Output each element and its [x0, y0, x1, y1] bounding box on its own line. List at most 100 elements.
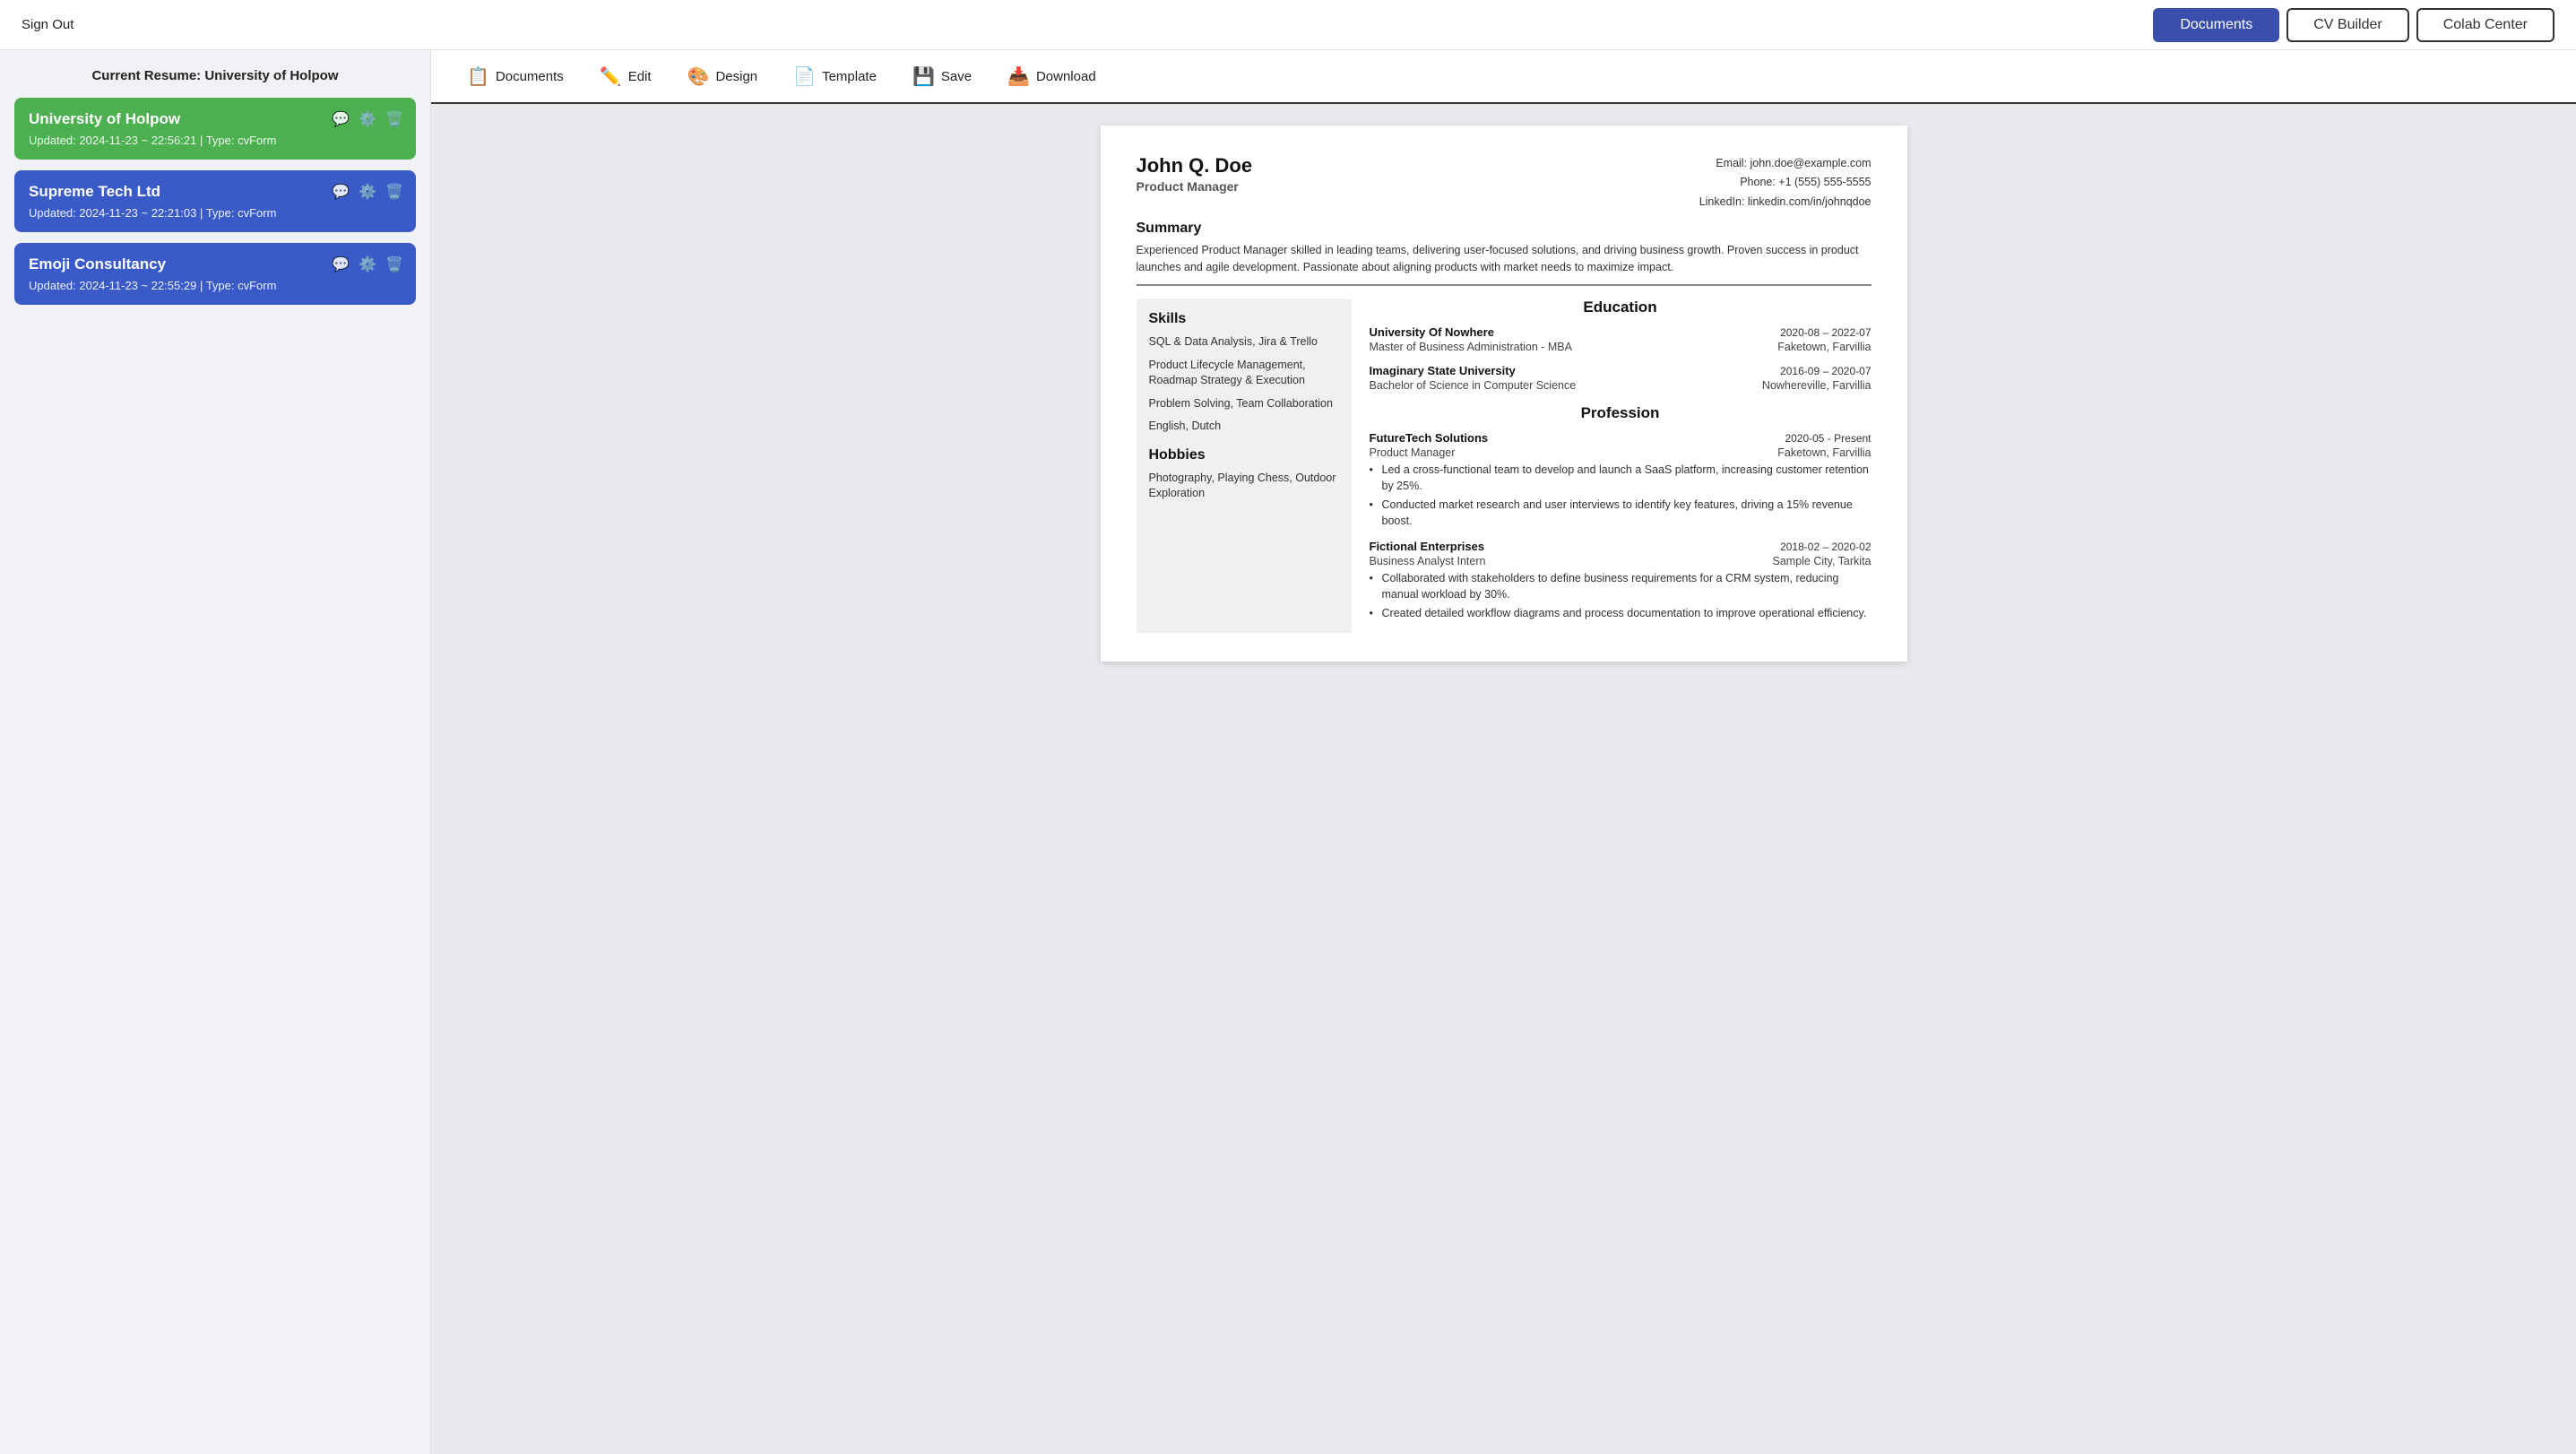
edu-1-name: Imaginary State University: [1370, 364, 1516, 377]
prof-0-location: Faketown, Farvillia: [1777, 446, 1871, 459]
main-layout: Current Resume: University of Holpow Uni…: [0, 50, 2576, 1454]
toolbar-design-button[interactable]: 🎨 Design: [670, 58, 776, 95]
edu-entry-1: Imaginary State University 2016-09 – 202…: [1370, 364, 1871, 392]
resume-body: Skills SQL & Data Analysis, Jira & Trell…: [1137, 299, 1871, 633]
toolbar-design-label: Design: [715, 69, 757, 84]
nav-cvbuilder-button[interactable]: CV Builder: [2286, 8, 2408, 42]
prof-1-header: Fictional Enterprises 2018-02 – 2020-02: [1370, 540, 1871, 553]
resume-header: John Q. Doe Product Manager Email: john.…: [1137, 154, 1871, 212]
education-heading: Education: [1370, 299, 1871, 316]
skill-item-2: Problem Solving, Team Collaboration: [1149, 396, 1339, 412]
design-icon: 🎨: [687, 65, 710, 88]
prof-1-dates: 2018-02 – 2020-02: [1780, 541, 1871, 553]
edu-entry-0: University Of Nowhere 2020-08 – 2022-07 …: [1370, 325, 1871, 353]
edit-icon: ✏️: [600, 65, 622, 88]
prof-0-sub: Product Manager Faketown, Farvillia: [1370, 446, 1871, 459]
edu-0-sub: Master of Business Administration - MBA …: [1370, 341, 1871, 353]
edu-0-name: University Of Nowhere: [1370, 325, 1494, 339]
edu-0-header: University Of Nowhere 2020-08 – 2022-07: [1370, 325, 1871, 339]
toolbar-edit-button[interactable]: ✏️ Edit: [582, 58, 670, 95]
prof-0-dates: 2020-05 - Present: [1785, 432, 1871, 445]
nav-documents-button[interactable]: Documents: [2153, 8, 2279, 42]
edu-1-location: Nowhereville, Farvillia: [1762, 379, 1871, 392]
left-column: Skills SQL & Data Analysis, Jira & Trell…: [1137, 299, 1352, 633]
prof-1-bullet-0: Collaborated with stakeholders to define…: [1370, 571, 1871, 602]
sidebar-title: Current Resume: University of Holpow: [14, 68, 416, 83]
resume-preview: John Q. Doe Product Manager Email: john.…: [431, 104, 2576, 1454]
edu-1-dates: 2016-09 – 2020-07: [1780, 365, 1871, 377]
prof-1-location: Sample City, Tarkita: [1773, 555, 1871, 567]
toolbar-edit-label: Edit: [628, 69, 652, 84]
resume-identity: John Q. Doe Product Manager: [1137, 154, 1253, 194]
prof-1-bullet-1: Created detailed workflow diagrams and p…: [1370, 606, 1871, 622]
resume-card-2[interactable]: Supreme Tech Ltd Updated: 2024-11-23 ~ 2…: [14, 170, 416, 232]
resume-card-1[interactable]: University of Holpow Updated: 2024-11-23…: [14, 98, 416, 160]
prof-entry-1: Fictional Enterprises 2018-02 – 2020-02 …: [1370, 540, 1871, 622]
toolbar-template-label: Template: [822, 69, 877, 84]
toolbar-download-label: Download: [1036, 69, 1096, 84]
prof-0-bullet-1: Conducted market research and user inter…: [1370, 498, 1871, 529]
edu-0-dates: 2020-08 – 2022-07: [1780, 326, 1871, 339]
contact-linkedin: LinkedIn: linkedin.com/in/johnqdoe: [1699, 193, 1871, 212]
contact-email: Email: john.doe@example.com: [1699, 154, 1871, 173]
toolbar: 📋 Documents ✏️ Edit 🎨 Design 📄 Template …: [431, 50, 2576, 104]
edu-1-degree: Bachelor of Science in Computer Science: [1370, 379, 1577, 392]
card-1-delete-icon[interactable]: 🗑️: [385, 110, 403, 128]
edu-1-header: Imaginary State University 2016-09 – 202…: [1370, 364, 1871, 377]
template-icon: 📄: [793, 65, 816, 88]
sign-out-link[interactable]: Sign Out: [22, 17, 73, 32]
summary-text: Experienced Product Manager skilled in l…: [1137, 242, 1871, 276]
card-1-settings-icon[interactable]: ⚙️: [359, 110, 376, 128]
toolbar-documents-button[interactable]: 📋 Documents: [449, 58, 582, 95]
card-3-comment-icon[interactable]: 💬: [332, 255, 350, 273]
nav-buttons: Documents CV Builder Colab Center: [2153, 8, 2554, 42]
resume-name: John Q. Doe: [1137, 154, 1253, 177]
card-1-comment-icon[interactable]: 💬: [332, 110, 350, 128]
hobbies-heading: Hobbies: [1149, 447, 1339, 463]
prof-1-role: Business Analyst Intern: [1370, 555, 1486, 567]
prof-0-header: FutureTech Solutions 2020-05 - Present: [1370, 431, 1871, 445]
download-icon: 📥: [1007, 65, 1030, 88]
save-icon: 💾: [912, 65, 935, 88]
sidebar: Current Resume: University of Holpow Uni…: [0, 50, 430, 1454]
toolbar-documents-label: Documents: [496, 69, 564, 84]
card-2-actions: 💬 ⚙️ 🗑️: [332, 183, 403, 201]
contact-phone: Phone: +1 (555) 555-5555: [1699, 173, 1871, 192]
skills-heading: Skills: [1149, 311, 1339, 327]
prof-0-role: Product Manager: [1370, 446, 1456, 459]
right-column: Education University Of Nowhere 2020-08 …: [1370, 299, 1871, 633]
card-2-settings-icon[interactable]: ⚙️: [359, 183, 376, 201]
prof-entry-0: FutureTech Solutions 2020-05 - Present P…: [1370, 431, 1871, 529]
summary-section: Summary Experienced Product Manager skil…: [1137, 221, 1871, 287]
card-3-meta: Updated: 2024-11-23 ~ 22:55:29 | Type: c…: [29, 279, 402, 292]
toolbar-save-label: Save: [941, 69, 972, 84]
card-3-settings-icon[interactable]: ⚙️: [359, 255, 376, 273]
card-1-actions: 💬 ⚙️ 🗑️: [332, 110, 403, 128]
card-2-comment-icon[interactable]: 💬: [332, 183, 350, 201]
summary-heading: Summary: [1137, 221, 1871, 237]
card-3-delete-icon[interactable]: 🗑️: [385, 255, 403, 273]
skill-item-1: Product Lifecycle Management, Roadmap St…: [1149, 358, 1339, 389]
card-1-meta: Updated: 2024-11-23 ~ 22:56:21 | Type: c…: [29, 134, 402, 147]
toolbar-save-button[interactable]: 💾 Save: [895, 58, 990, 95]
prof-1-bullets: Collaborated with stakeholders to define…: [1370, 571, 1871, 622]
resume-contact: Email: john.doe@example.com Phone: +1 (5…: [1699, 154, 1871, 212]
hobby-item-0: Photography, Playing Chess, Outdoor Expl…: [1149, 471, 1339, 502]
toolbar-download-button[interactable]: 📥 Download: [990, 58, 1114, 95]
profession-heading: Profession: [1370, 404, 1871, 422]
resume-card-3[interactable]: Emoji Consultancy Updated: 2024-11-23 ~ …: [14, 243, 416, 305]
prof-0-company: FutureTech Solutions: [1370, 431, 1489, 445]
edu-0-location: Faketown, Farvillia: [1777, 341, 1871, 353]
top-nav: Sign Out Documents CV Builder Colab Cent…: [0, 0, 2576, 50]
documents-icon: 📋: [467, 65, 489, 88]
prof-0-bullets: Led a cross-functional team to develop a…: [1370, 463, 1871, 529]
resume-document: John Q. Doe Product Manager Email: john.…: [1101, 125, 1907, 662]
card-3-actions: 💬 ⚙️ 🗑️: [332, 255, 403, 273]
skill-item-0: SQL & Data Analysis, Jira & Trello: [1149, 334, 1339, 351]
prof-1-sub: Business Analyst Intern Sample City, Tar…: [1370, 555, 1871, 567]
toolbar-template-button[interactable]: 📄 Template: [775, 58, 895, 95]
nav-colabcenter-button[interactable]: Colab Center: [2416, 8, 2554, 42]
resume-job-title: Product Manager: [1137, 179, 1253, 194]
card-2-delete-icon[interactable]: 🗑️: [385, 183, 403, 201]
card-2-meta: Updated: 2024-11-23 ~ 22:21:03 | Type: c…: [29, 206, 402, 220]
